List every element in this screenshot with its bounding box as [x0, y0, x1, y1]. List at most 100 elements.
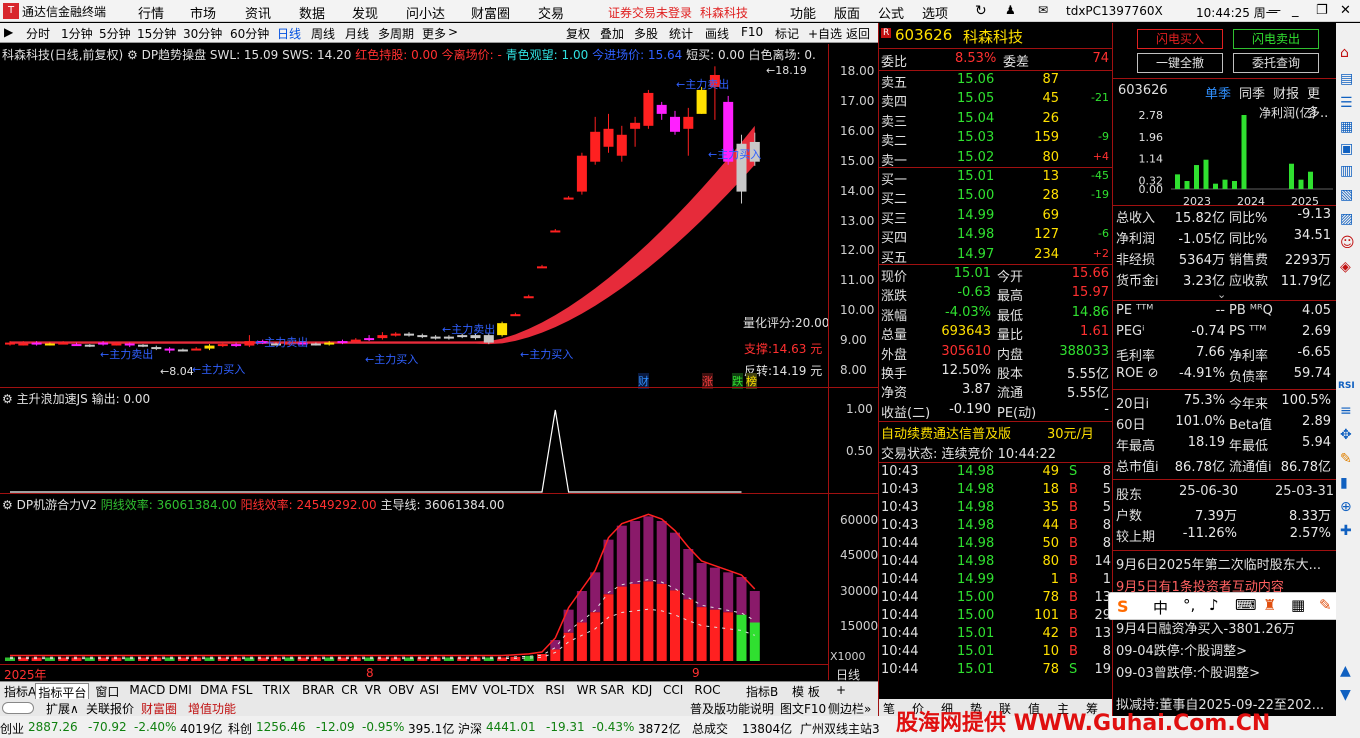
minimize-button[interactable]: —	[1268, 3, 1281, 18]
settings-icon[interactable]: ⚙	[2, 498, 13, 512]
ad-row[interactable]: 自动续费通达信普及版 30元/月	[879, 423, 1113, 442]
indicator-tab[interactable]: CCI	[663, 683, 683, 697]
candle[interactable]	[58, 342, 69, 345]
fin-bar[interactable]	[1232, 181, 1237, 189]
period-30min[interactable]: 30分钟	[183, 25, 222, 42]
tick-row[interactable]: 10:44 14.98 80 B 14	[879, 554, 1113, 572]
fin-bar[interactable]	[1213, 183, 1218, 189]
quote-level-row[interactable]: 买二 15.00 28 -19	[879, 188, 1113, 207]
quote-level-row[interactable]: 卖三 15.04 26	[879, 111, 1113, 130]
stack-icon[interactable]: ≡	[1340, 403, 1352, 419]
candle[interactable]	[670, 116, 680, 132]
skin-icon[interactable]: ♜	[1263, 596, 1276, 614]
quote-level-row[interactable]: 卖二 15.03 159 -9	[879, 130, 1113, 149]
menu-hangqing[interactable]: 行情	[138, 3, 164, 22]
news-item[interactable]: 9月6日2025年第二次临时股东大...	[1116, 554, 1336, 573]
cancel-all-button[interactable]: 一键全撤	[1137, 53, 1223, 73]
sogou-icon[interactable]: S	[1117, 597, 1129, 616]
chart-icon[interactable]: ▤	[1340, 71, 1353, 87]
menu-shuju[interactable]: 数据	[299, 3, 325, 22]
fin-bar[interactable]	[1194, 165, 1199, 189]
ime-mode[interactable]: 中	[1153, 597, 1168, 618]
action-huaxian[interactable]: 画线	[705, 25, 729, 42]
candle[interactable]	[310, 343, 321, 346]
period-multi[interactable]: 多周期	[378, 25, 414, 42]
period-monthly[interactable]: 月线	[345, 25, 369, 42]
candle[interactable]	[337, 341, 348, 344]
tick-row[interactable]: 10:44 14.99 1 B 1	[879, 572, 1113, 590]
period-1min[interactable]: 1分钟	[61, 25, 93, 42]
candle[interactable]	[696, 89, 707, 114]
table-icon[interactable]: ▧	[1340, 187, 1353, 203]
indicator-tab[interactable]: EMV	[451, 683, 477, 697]
grid-icon[interactable]: ▦	[1340, 119, 1353, 135]
net-profit-chart[interactable]: 2.781.961.140.320.002023 2024 2025	[1113, 101, 1337, 211]
candle[interactable]	[537, 266, 547, 269]
indicator-tab[interactable]: SAR	[600, 683, 624, 697]
quote-level-row[interactable]: 卖五 15.06 87	[879, 72, 1113, 91]
period-5min[interactable]: 5分钟	[99, 25, 131, 42]
menu-jiaoyi[interactable]: 交易	[538, 3, 564, 22]
quote-level-row[interactable]: 卖四 15.05 45 -21	[879, 91, 1113, 110]
settings-icon[interactable]: ⚙	[2, 392, 13, 406]
tools-icon[interactable]: ✎	[1319, 596, 1332, 614]
refresh-icon[interactable]: ↻	[975, 3, 987, 19]
quote-level-row[interactable]: 买五 14.97 234 +2	[879, 247, 1113, 266]
action-fuquan[interactable]: 复权	[566, 25, 590, 42]
indicator-tab[interactable]: ROC	[694, 683, 720, 697]
keyboard-icon[interactable]: ⌨	[1235, 596, 1257, 614]
punctuation-icon[interactable]: °,	[1183, 596, 1195, 614]
toggle-switch[interactable]	[2, 702, 34, 714]
fin-bar[interactable]	[1222, 179, 1228, 189]
tick-row[interactable]: 10:44 15.01 10 B 8	[879, 644, 1113, 662]
ad-price[interactable]: 30元/月	[1047, 423, 1094, 442]
period-60min[interactable]: 60分钟	[230, 25, 269, 42]
candle[interactable]	[603, 128, 614, 147]
indicator-tab[interactable]: VOL-TDX	[483, 683, 535, 697]
candle[interactable]	[404, 333, 414, 336]
candle[interactable]	[523, 296, 534, 299]
candle[interactable]	[217, 344, 228, 347]
indicator-tab[interactable]: WR	[577, 683, 597, 697]
indicator-tab[interactable]: FSL	[231, 683, 252, 697]
indicator-tab[interactable]: +	[836, 683, 846, 697]
play-icon[interactable]: ▶	[4, 25, 13, 39]
cross-icon[interactable]: ✚	[1340, 523, 1352, 539]
tab-value-added[interactable]: 增值功能	[188, 700, 236, 717]
quote-level-row[interactable]: 卖一 15.02 80 +4	[879, 150, 1113, 169]
candle[interactable]	[390, 333, 401, 336]
period-more[interactable]: 更多	[422, 25, 446, 42]
action-biaoji[interactable]: 标记	[775, 25, 799, 42]
candle[interactable]	[377, 335, 388, 339]
f10-icon[interactable]: ▥	[1340, 163, 1353, 179]
grid-icon[interactable]: ▦	[1291, 596, 1305, 614]
action-add-favorite[interactable]: +自选	[808, 25, 842, 42]
indicator-tab[interactable]: VR	[365, 683, 382, 697]
up-icon[interactable]: ▲	[1340, 663, 1351, 679]
home-icon[interactable]: ⌂	[1340, 45, 1349, 61]
move-icon[interactable]: ✥	[1340, 427, 1352, 443]
tick-row[interactable]: 10:44 14.98 50 B 8	[879, 536, 1113, 554]
quote-tab[interactable]: 笔	[883, 700, 895, 717]
indicator-tab[interactable]: ASI	[420, 683, 439, 697]
candle[interactable]	[71, 344, 82, 347]
chart-panel[interactable]: 科森科技(日线,前复权) ⚙ DP趋势操盘 SWL: 15.09 SWS: 14…	[0, 44, 878, 682]
candle[interactable]	[656, 104, 667, 114]
indicator-tab[interactable]: TRIX	[263, 683, 290, 697]
period-weekly[interactable]: 周线	[311, 25, 335, 42]
action-tongji[interactable]: 统计	[669, 25, 693, 42]
candle[interactable]	[18, 343, 29, 346]
candle[interactable]	[191, 348, 202, 351]
menu-shichang[interactable]: 市场	[190, 3, 216, 22]
fin-tab-quarter[interactable]: 单季	[1205, 83, 1231, 102]
candle[interactable]	[84, 344, 95, 347]
order-query-button[interactable]: 委托查询	[1233, 53, 1319, 73]
candle[interactable]	[350, 339, 361, 342]
fin-tab-sameq[interactable]: 同季	[1239, 83, 1265, 102]
tab-related-quote[interactable]: 关联报价	[86, 700, 134, 717]
candle[interactable]	[616, 134, 627, 156]
minimize-icon[interactable]: _	[1292, 3, 1299, 18]
menu-xuanxiang[interactable]: 选项	[922, 3, 948, 22]
news-item[interactable]: 9月4日融资净买入-3801.26万	[1116, 618, 1336, 637]
indicator-tab[interactable]: KDJ	[632, 683, 653, 697]
